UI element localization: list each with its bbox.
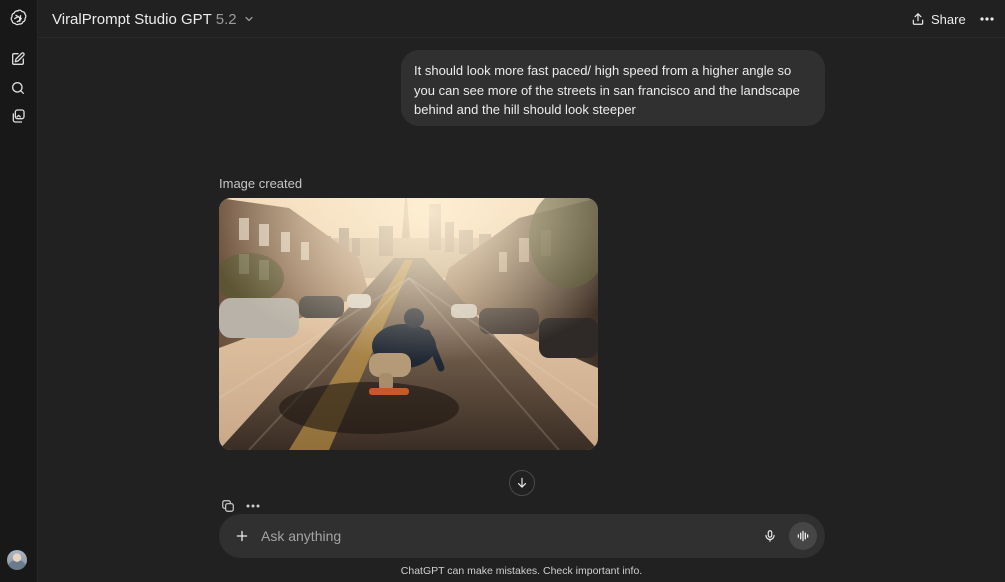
top-bar: ViralPrompt Studio GPT 5.2 Share <box>38 0 1005 38</box>
dictate-button[interactable] <box>759 525 781 547</box>
scroll-to-bottom-button[interactable] <box>509 470 535 496</box>
composer <box>219 514 825 558</box>
copy-icon <box>222 500 234 512</box>
model-name: ViralPrompt Studio GPT <box>52 10 212 28</box>
voice-mode-button[interactable] <box>789 522 817 550</box>
microphone-icon <box>765 530 775 542</box>
model-version: 5.2 <box>215 10 237 28</box>
copy-button[interactable] <box>219 497 237 515</box>
ellipsis-icon <box>246 504 260 508</box>
sidebar-rail <box>0 0 38 582</box>
add-attachment-button[interactable] <box>231 525 253 547</box>
arrow-down-icon <box>517 477 527 488</box>
library-icon[interactable] <box>7 105 29 127</box>
plus-icon <box>236 530 248 542</box>
prompt-input[interactable] <box>261 524 741 548</box>
share-button[interactable]: Share <box>911 8 966 30</box>
search-icon[interactable] <box>7 77 29 99</box>
share-icon <box>912 13 924 25</box>
chevron-down-icon <box>245 16 253 22</box>
generated-image[interactable] <box>219 198 598 450</box>
assistant-status-label: Image created <box>219 176 303 191</box>
message-more-button[interactable] <box>244 497 262 515</box>
ellipsis-icon <box>980 17 994 21</box>
share-label: Share <box>931 11 966 27</box>
model-selector[interactable]: ViralPrompt Studio GPT 5.2 <box>52 8 255 30</box>
user-message-bubble: It should look more fast paced/ high spe… <box>401 50 825 126</box>
more-options-button[interactable] <box>976 8 998 30</box>
waveform-icon <box>797 530 809 542</box>
disclaimer-text: ChatGPT can make mistakes. Check importa… <box>400 565 643 577</box>
new-chat-icon[interactable] <box>7 48 29 70</box>
user-message-text: It should look more fast paced/ high spe… <box>414 63 800 117</box>
openai-logo-icon[interactable] <box>7 7 29 29</box>
